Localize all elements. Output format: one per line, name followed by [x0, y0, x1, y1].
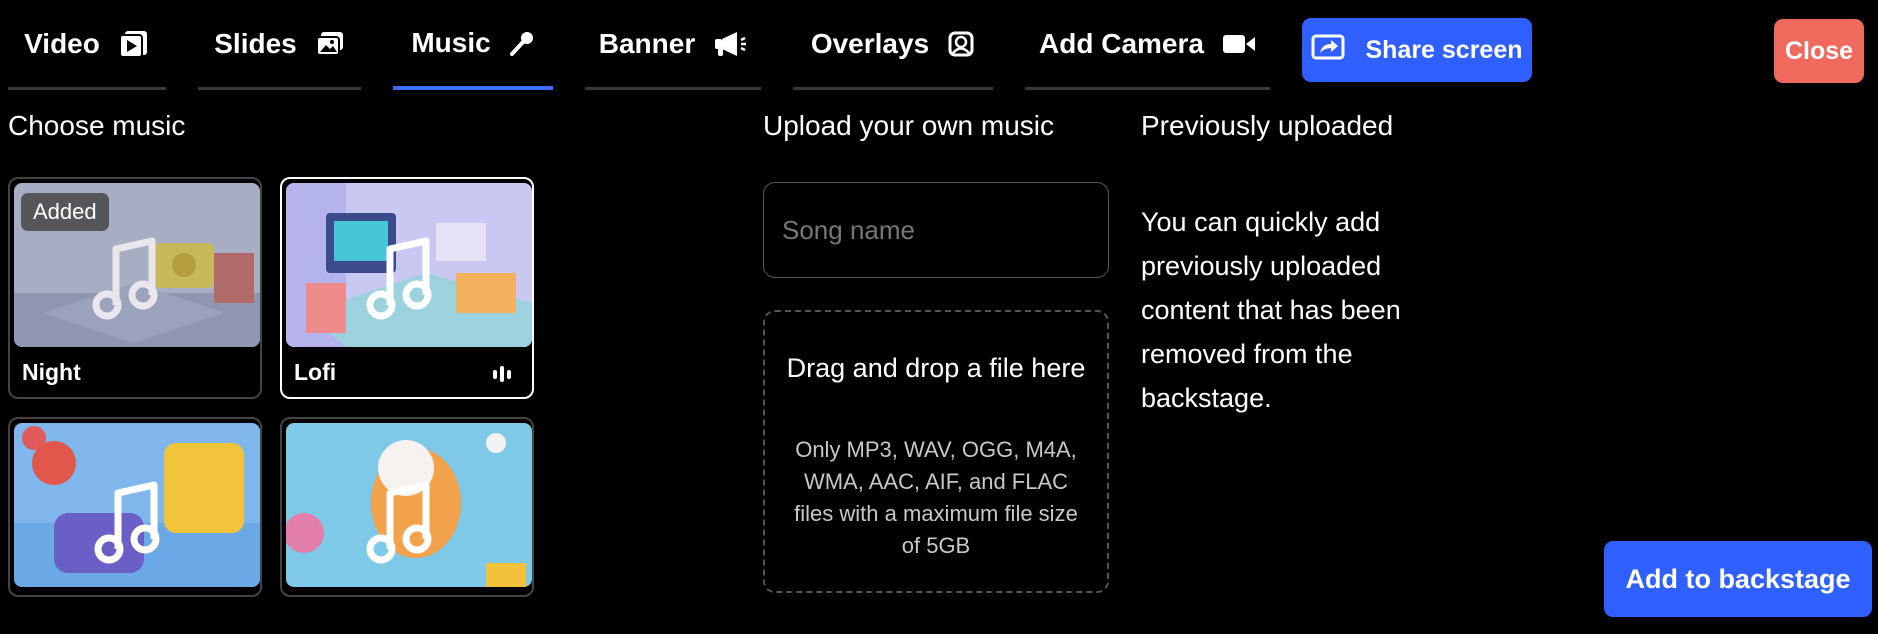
track-name: Night — [22, 359, 81, 385]
tab-video[interactable]: Video — [8, 0, 166, 90]
previously-uploaded-text: You can quickly add previously uploaded … — [1141, 207, 1401, 413]
dropzone-description: Only MP3, WAV, OGG, M4A, WMA, AAC, AIF, … — [794, 437, 1078, 558]
tab-banner[interactable]: Banner — [585, 0, 761, 90]
music-card-lofi[interactable]: Lofi — [280, 177, 534, 399]
music-card-night[interactable]: Added Night — [8, 177, 262, 399]
tab-label: Overlays — [810, 27, 930, 59]
tab-label: Music — [411, 27, 491, 58]
tab-label: Video — [24, 27, 100, 59]
add-to-backstage-label: Add to backstage — [1625, 563, 1851, 594]
previously-uploaded-heading: Previously uploaded — [1141, 110, 1394, 141]
tab-label: Slides — [214, 27, 297, 59]
microphone-icon — [509, 30, 535, 56]
added-badge: Added — [21, 193, 109, 231]
share-screen-button[interactable]: Share screen — [1302, 18, 1532, 82]
video-file-icon — [118, 29, 150, 59]
music-thumbnail — [286, 183, 532, 347]
tab-add-camera[interactable]: Add Camera — [1025, 0, 1270, 90]
close-button[interactable]: Close — [1774, 19, 1864, 83]
tab-label: Add Camera — [1039, 27, 1204, 59]
dropzone-title: Drag and drop a file here — [786, 353, 1086, 383]
music-card-4[interactable] — [280, 417, 534, 597]
add-to-backstage-button[interactable]: Add to backstage — [1604, 541, 1872, 617]
camera-icon — [1222, 32, 1256, 56]
close-label: Close — [1784, 36, 1854, 65]
megaphone-icon — [713, 30, 747, 58]
overlay-image-icon — [947, 30, 975, 58]
song-name-input[interactable] — [763, 182, 1109, 278]
upload-heading: Upload your own music — [763, 110, 1055, 141]
share-screen-label: Share screen — [1365, 35, 1523, 64]
choose-music-heading: Choose music — [8, 110, 186, 141]
share-screen-icon — [1311, 33, 1345, 68]
slides-icon — [315, 31, 345, 57]
equalizer-icon — [492, 365, 512, 388]
track-name: Lofi — [294, 359, 337, 385]
tab-label: Banner — [598, 27, 696, 59]
tab-slides[interactable]: Slides — [198, 0, 361, 90]
music-thumbnail — [286, 423, 532, 587]
music-card-3[interactable] — [8, 417, 262, 597]
music-thumbnail — [14, 423, 260, 587]
file-dropzone[interactable]: Drag and drop a file here Only MP3, WAV,… — [763, 310, 1109, 593]
tab-music[interactable]: Music — [393, 0, 553, 90]
tab-overlays[interactable]: Overlays — [793, 0, 993, 90]
